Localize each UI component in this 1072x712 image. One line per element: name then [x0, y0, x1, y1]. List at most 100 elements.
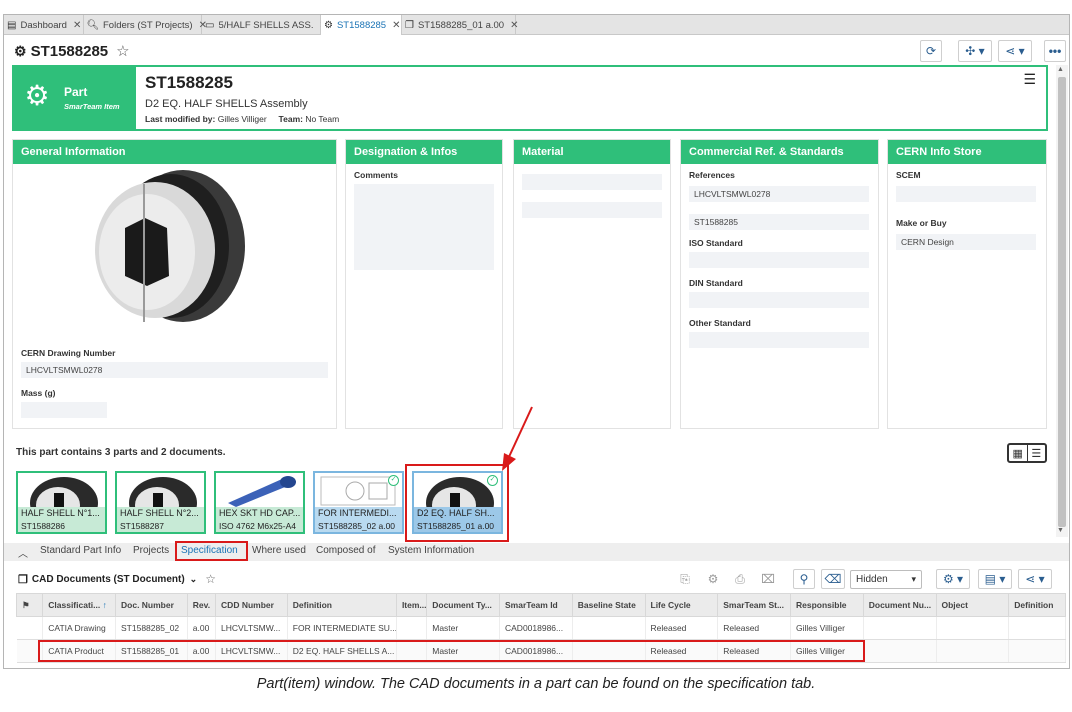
attach-document-icon[interactable]: ⎙ — [731, 569, 749, 589]
thumbnail-id: ISO 4762 M6x25-A4 — [219, 521, 297, 531]
list-view-icon[interactable]: ☰ — [1028, 445, 1046, 461]
tab-st1588285-01[interactable]: ❐ ST1588285_01 a.00 ✕ — [402, 15, 518, 35]
view-switch[interactable]: ▦ ☰ — [1007, 443, 1047, 463]
visibility-select[interactable]: Hidden ▾ — [850, 570, 922, 589]
scem-field[interactable] — [896, 186, 1036, 202]
panel-title: Commercial Ref. & Standards — [681, 140, 878, 164]
highlight-selected-thumbnail — [405, 464, 509, 542]
sort-up-icon: ↑ — [102, 600, 107, 610]
column-header[interactable]: Document Ty... — [426, 593, 500, 617]
display-menu-button[interactable]: ▤ ▾ — [978, 569, 1012, 589]
column-header[interactable]: Object — [935, 593, 1010, 617]
reference-field-2[interactable]: ST1588285 — [689, 214, 869, 230]
more-button[interactable]: ••• — [1044, 40, 1066, 62]
settings-menu-button[interactable]: ⚙ ▾ — [936, 569, 970, 589]
star-icon[interactable]: ☆ — [116, 42, 129, 60]
annotation-arrow — [502, 406, 533, 471]
documents-title-text: CAD Documents (ST Document) — [31, 573, 185, 585]
panel-cern-info: CERN Info Store SCEM Make or Buy CERN De… — [887, 139, 1047, 429]
column-header[interactable]: CDD Number — [215, 593, 288, 617]
column-header[interactable]: Rev. — [186, 593, 217, 617]
reference-field-1[interactable]: LHCVLTSMWL0278 — [689, 186, 869, 202]
thumbnail-image — [216, 473, 303, 507]
tab-label: Folders (ST Projects) — [103, 19, 193, 31]
tab-where-used[interactable]: Where used — [252, 545, 306, 556]
collapse-icon[interactable]: ︿ — [18, 545, 28, 560]
column-header[interactable]: SmarTeam St... — [717, 593, 791, 617]
tab-label: ST1588285_01 a.00 — [417, 19, 505, 31]
table-cell: Gilles Villiger — [790, 616, 864, 640]
scroll-up-icon[interactable]: ▲ — [1057, 66, 1064, 73]
mass-field[interactable] — [21, 402, 107, 418]
modified-by: Gilles Villiger — [217, 114, 267, 124]
din-field[interactable] — [689, 292, 869, 308]
table-row[interactable]: CATIA Drawing ST1588285_02 a.00 LHCVLTSM… — [16, 616, 1066, 640]
thumbnail-part[interactable]: HEX SKT HD CAP... ISO 4762 M6x25-A4 — [214, 471, 305, 534]
tab-composed-of[interactable]: Composed of — [316, 545, 375, 556]
close-icon[interactable]: ✕ — [392, 20, 400, 31]
scroll-down-icon[interactable]: ▼ — [1057, 527, 1064, 534]
table-cell — [396, 616, 428, 640]
column-header[interactable]: SmarTeam Id — [499, 593, 573, 617]
drawing-number-field[interactable]: LHCVLTSMWL0278 — [21, 362, 328, 378]
column-header[interactable]: Responsible — [790, 593, 864, 617]
make-or-buy-field[interactable]: CERN Design — [896, 234, 1036, 250]
scrollbar-thumb[interactable] — [1058, 77, 1066, 527]
comments-field[interactable] — [354, 184, 494, 270]
column-header[interactable]: Definition — [1008, 593, 1066, 617]
flag-column-header[interactable]: ⚑ — [15, 593, 44, 617]
tab-projects[interactable]: Projects — [133, 545, 169, 556]
column-header[interactable]: Baseline State — [571, 593, 646, 617]
material-field-1[interactable] — [522, 174, 662, 190]
close-icon[interactable]: ✕ — [73, 20, 81, 31]
thumbnail-part[interactable]: HALF SHELL N°1... ST1588286 — [16, 471, 107, 534]
material-field-2[interactable] — [522, 202, 662, 218]
drawing-number-label: CERN Drawing Number — [21, 348, 116, 358]
thumbnail-document[interactable]: ✓ FOR INTERMEDI... ST1588285_02 a.00 — [313, 471, 404, 534]
tab-folders[interactable]: 🔍︎ Folders (ST Projects) ✕ — [84, 15, 207, 35]
thumbnail-part[interactable]: HALF SHELL N°2... ST1588287 — [115, 471, 206, 534]
share-button[interactable]: ⋖ ▾ — [998, 40, 1032, 62]
chevron-down-icon[interactable]: ⌄ — [190, 574, 198, 585]
other-standard-field[interactable] — [689, 332, 869, 348]
panel-title: CERN Info Store — [888, 140, 1046, 164]
vertical-scrollbar[interactable]: ▲ ▼ — [1056, 65, 1068, 537]
column-header[interactable]: Definition — [286, 593, 397, 617]
tab-st1588285[interactable]: ⚙ ST1588285 ✕ — [321, 15, 402, 35]
table-cell — [936, 616, 1010, 640]
settings-doc-icon[interactable]: ⚙ — [704, 569, 722, 589]
table-cell — [863, 639, 937, 663]
column-header[interactable]: Life Cycle — [644, 593, 719, 617]
part-id: ST1588285 — [145, 73, 233, 92]
mass-label: Mass (g) — [21, 388, 56, 398]
search-button[interactable]: ⚲ — [793, 569, 815, 589]
tab-half-shells[interactable]: ▭ 5/HALF SHELLS ASS. ✕ — [202, 15, 328, 35]
documents-toolbar: ❐ CAD Documents (ST Document) ⌄ ☆ ⎘ ⚙ ⎙ … — [4, 566, 1069, 590]
part-description: D2 EQ. HALF SHELLS Assembly — [145, 98, 308, 110]
table-cell: CAD0018986... — [499, 616, 573, 640]
iso-field[interactable] — [689, 252, 869, 268]
clear-filter-button[interactable]: ⌫ — [821, 569, 845, 589]
column-header[interactable]: Classificati... ↑ — [42, 593, 117, 617]
tab-system-information[interactable]: System Information — [388, 545, 474, 556]
table-cell: a.00 — [187, 616, 217, 640]
close-icon[interactable]: ✕ — [510, 20, 518, 31]
column-header[interactable]: Document Nu... — [862, 593, 937, 617]
panel-designation: Designation & Infos Comments — [345, 139, 503, 429]
column-header[interactable]: Item... — [395, 593, 428, 617]
add-document-icon[interactable]: ⎘ — [676, 569, 694, 589]
thumbnail-title: FOR INTERMEDI... — [318, 508, 397, 518]
refresh-button[interactable]: ⟳ — [920, 40, 942, 62]
remove-document-icon[interactable]: ⌧ — [759, 569, 777, 589]
tab-standard-part-info[interactable]: Standard Part Info — [40, 545, 121, 556]
tab-dashboard[interactable]: ▤ Dashboard ✕ — [4, 15, 84, 35]
part-modified: Last modified by: Gilles Villiger Team: … — [145, 114, 339, 124]
star-icon[interactable]: ☆ — [205, 572, 216, 586]
column-header[interactable]: Doc. Number — [115, 593, 188, 617]
structure-button[interactable]: ✣ ▾ — [958, 40, 992, 62]
panel-title: Designation & Infos — [346, 140, 502, 164]
row-flag-cell[interactable] — [16, 616, 44, 640]
tree-icon[interactable]: ☰ — [1023, 71, 1036, 88]
share-menu-button[interactable]: ⋖ ▾ — [1018, 569, 1052, 589]
grid-view-icon[interactable]: ▦ — [1009, 445, 1028, 461]
